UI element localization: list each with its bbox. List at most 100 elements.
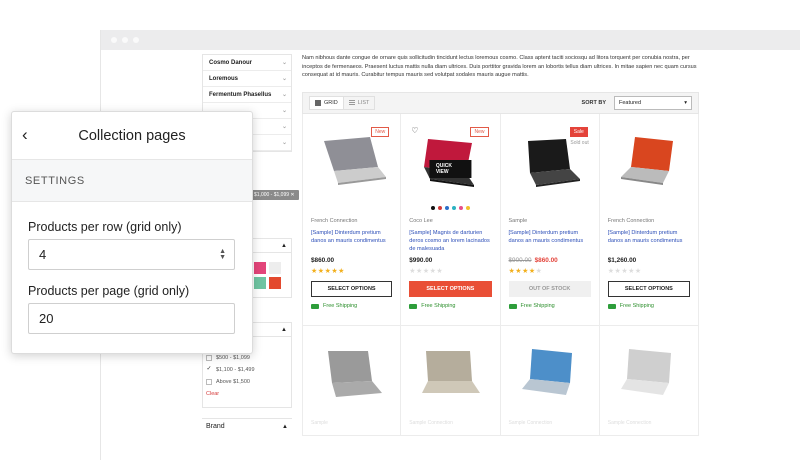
window-dot-icon (133, 37, 139, 43)
color-swatch[interactable] (254, 277, 266, 289)
color-dot[interactable] (458, 206, 463, 210)
product-grid: New French Connection [Sample] Dinterdum… (302, 114, 699, 326)
product-image[interactable] (608, 122, 690, 204)
grid-icon (315, 100, 321, 106)
select-options-button[interactable]: SELECT OPTIONS (607, 281, 690, 297)
star-icon: ★ (535, 268, 543, 275)
color-swatch[interactable] (254, 262, 266, 274)
color-dot[interactable] (451, 206, 456, 210)
category-item[interactable]: Cosmo Danour ⌄ (203, 55, 291, 71)
free-shipping: Free Shipping (508, 303, 591, 309)
brand-filter-header[interactable]: Brand ▲ (202, 418, 292, 434)
product-image[interactable]: New (311, 122, 392, 204)
product-vendor: Sample Connection (508, 420, 553, 426)
chevron-down-icon: ⌄ (281, 76, 287, 82)
product-card[interactable]: New French Connection [Sample] Dinterdum… (302, 114, 402, 326)
chevron-down-icon: ⌄ (281, 124, 287, 130)
products-per-row-label: Products per row (grid only) (28, 220, 182, 234)
price-options: $500 - $1,099 ✓ $1,100 - $1,499 Above $1,… (206, 352, 255, 397)
rating-stars: ★★★★★ (509, 267, 591, 277)
select-options-button[interactable]: SELECT OPTIONS (311, 281, 393, 297)
product-vendor: Sample Connection (409, 420, 453, 426)
list-icon (348, 100, 355, 106)
collection-description: Nam nibhous dante congue de ornare quis … (302, 55, 697, 79)
truck-icon (508, 303, 517, 309)
out-of-stock-button: OUT OF STOCK (508, 281, 591, 297)
star-icon: ★ (634, 268, 642, 275)
select-options-button[interactable]: SELECT OPTIONS (409, 281, 492, 297)
collection-pages-panel: ‹ Collection pages SETTINGS Products per… (11, 111, 253, 354)
product-vendor: French Connection (311, 218, 358, 224)
truck-icon (311, 303, 319, 309)
color-dot[interactable] (444, 206, 449, 210)
product-title[interactable]: [Sample] Magnis de darturien deros cosmo… (409, 229, 491, 253)
checkbox[interactable] (206, 379, 212, 385)
category-item[interactable]: Fermentum Phasellus ⌄ (203, 87, 291, 103)
window-dot-icon (111, 37, 117, 43)
grid-view-button[interactable]: GRID (309, 96, 344, 110)
products-per-page-input[interactable]: 20 (28, 303, 235, 334)
chevron-up-icon: ▲ (281, 242, 287, 249)
product-image[interactable]: ♡ New QUICK VIEW (409, 122, 491, 204)
laptop-image (323, 137, 386, 185)
product-price: $990.00 (409, 257, 433, 264)
product-card[interactable]: Sample (302, 326, 402, 436)
checkbox[interactable] (206, 355, 212, 361)
category-item[interactable]: Loremous ⌄ (203, 71, 291, 87)
free-shipping: Free Shipping (607, 303, 690, 309)
truck-icon (409, 303, 418, 309)
product-vendor: Coco Lee (409, 218, 433, 224)
laptop-image (620, 349, 671, 395)
back-arrow-icon[interactable]: ‹ (22, 125, 28, 145)
color-dot[interactable] (430, 206, 435, 210)
star-icon: ★ (628, 268, 635, 275)
checkmark-icon[interactable]: ✓ (206, 366, 212, 373)
chevron-up-icon: ▲ (281, 326, 287, 333)
price-option[interactable]: ✓ $1,100 - $1,499 (206, 364, 254, 376)
sort-label: SORT BY (581, 100, 606, 106)
product-title[interactable]: [Sample] Dinterdum pretium danos an maur… (311, 229, 392, 253)
color-dot[interactable] (437, 206, 442, 210)
settings-section-header: SETTINGS (12, 160, 252, 202)
product-title[interactable]: [Sample] Dinterdum pretium danos an maur… (608, 229, 690, 253)
product-image[interactable] (608, 334, 690, 416)
price-option[interactable]: Above $1,500 (206, 376, 255, 388)
color-dots (409, 206, 491, 212)
product-grid-row-2: Sample Sample Connection Sample Connecti… (302, 326, 699, 436)
clear-filter-link[interactable]: Clear (206, 391, 255, 397)
caret-down-icon: ▾ (684, 100, 687, 106)
list-view-button[interactable]: LIST (343, 96, 376, 110)
color-swatch[interactable] (269, 262, 281, 274)
quick-view-button[interactable]: QUICK VIEW (429, 160, 471, 178)
product-image[interactable] (311, 334, 392, 416)
product-card[interactable]: French Connection [Sample] Dinterdum pre… (599, 114, 699, 326)
color-dot[interactable] (465, 206, 470, 210)
product-vendor: French Connection (607, 218, 655, 224)
product-title[interactable]: [Sample] Dinterdum pretium danos an maur… (509, 229, 591, 253)
product-card[interactable]: Sample Connection (599, 326, 699, 436)
laptop-image (327, 351, 382, 397)
star-icon: ★ (528, 268, 536, 275)
stage: Cosmo Danour ⌄ Loremous ⌄ Fermentum Phasel… (0, 0, 800, 460)
color-swatch[interactable] (269, 277, 281, 289)
product-card[interactable]: Sample Connection (500, 326, 600, 436)
products-per-row-select[interactable]: 4 ▲ ▼ (28, 239, 235, 270)
stepper-arrows-icon[interactable]: ▲ ▼ (219, 248, 226, 261)
chevron-up-icon: ▲ (282, 423, 288, 430)
heart-icon[interactable]: ♡ (411, 126, 418, 135)
product-image[interactable] (409, 334, 491, 416)
product-image[interactable]: Sale Sold out (509, 122, 591, 204)
panel-title: Collection pages (78, 127, 186, 144)
product-card[interactable]: ♡ New QUICK VIEW Coco Lee [Sample] Magni… (401, 114, 501, 326)
product-vendor: Sample Connection (607, 420, 652, 426)
active-filter-tag[interactable]: $1,000 - $1,099 ✕ (250, 190, 299, 200)
sale-badge: Sale (569, 127, 588, 137)
star-icon: ★ (522, 268, 529, 275)
sort-select[interactable]: Featured ▾ (614, 96, 692, 110)
rating-stars: ★★★★★ (409, 267, 491, 277)
free-shipping: Free Shipping (311, 303, 392, 309)
sold-out-label: Sold out (570, 140, 589, 146)
product-image[interactable] (509, 334, 591, 416)
product-card[interactable]: Sample Connection (401, 326, 501, 436)
product-card[interactable]: Sale Sold out Sample [Sample] Dinterdum … (500, 114, 600, 326)
